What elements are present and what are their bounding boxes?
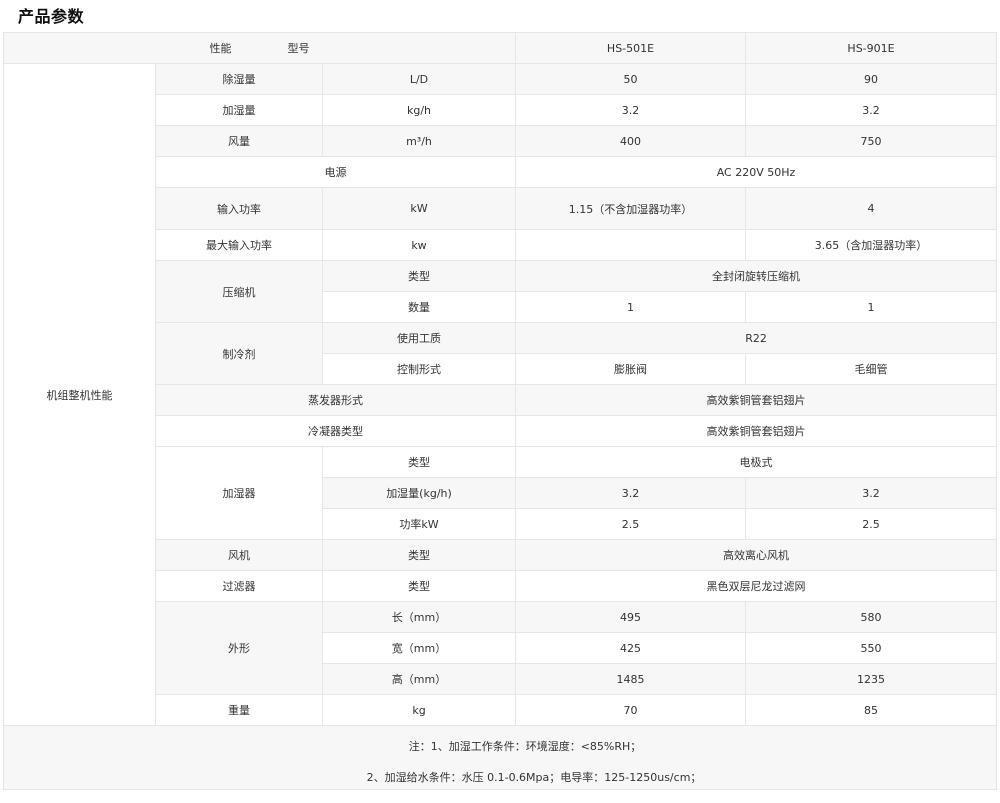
- row-label: 重量: [155, 694, 323, 726]
- row-sub-label: 长（mm）: [321, 601, 517, 633]
- row-label: 加湿器: [155, 446, 323, 540]
- row-label: 最大输入功率: [155, 229, 323, 261]
- value-cell: 4: [745, 187, 998, 230]
- value-cell: 90: [745, 63, 998, 95]
- note-line-1: 注：1、加湿工作条件：环境湿度：<85%RH；: [408, 740, 642, 753]
- value-cell: 495: [515, 601, 747, 633]
- value-cell: 电极式: [515, 446, 998, 478]
- row-sub-label: 加湿量(kg/h): [321, 477, 517, 509]
- value-cell: 毛细管: [745, 353, 998, 385]
- row-sub-label: 数量: [321, 291, 517, 323]
- table-header-row: 性能 型号 HS-501E HS-901E: [2, 32, 998, 64]
- notes-row: 注：1、加湿工作条件：环境湿度：<85%RH； 2、加湿给水条件：水压 0.1-…: [2, 725, 998, 790]
- row-unit: m³/h: [321, 125, 517, 157]
- row-sub-label: 宽（mm）: [321, 632, 517, 664]
- row-label: 风量: [155, 125, 323, 157]
- value-cell: 高效紫铜管套铝翅片: [515, 384, 998, 416]
- row-sub-label: 类型: [321, 539, 517, 571]
- row-label: 除湿量: [155, 63, 323, 95]
- value-cell: 2.5: [515, 508, 747, 540]
- row-sub-label: 类型: [321, 446, 517, 478]
- value-cell: 70: [515, 694, 747, 726]
- note-line-2: 2、加湿给水条件：水压 0.1-0.6Mpa；电导率：125-1250us/cm…: [366, 771, 702, 784]
- table-row: 机组整机性能 除湿量 L/D 50 90: [3, 63, 998, 726]
- row-label: 蒸发器形式: [154, 384, 517, 416]
- value-cell: 1.15（不含加湿器功率）: [515, 187, 747, 230]
- row-label: 冷凝器类型: [154, 415, 517, 447]
- value-cell: AC 220V 50Hz: [515, 156, 998, 188]
- value-cell: 膨胀阀: [515, 353, 747, 385]
- row-sub-label: 类型: [321, 260, 517, 292]
- header-label-cell: 性能 型号: [2, 32, 517, 64]
- row-sub-label: 类型: [321, 570, 517, 602]
- row-label: 风机: [155, 539, 323, 571]
- spec-table: 性能 型号 HS-501E HS-901E 机组整机性能 除湿量 L/D 50 9…: [2, 32, 998, 790]
- value-cell: 黑色双层尼龙过滤网: [515, 570, 998, 602]
- value-cell: 高效离心风机: [515, 539, 998, 571]
- row-sub-label: 使用工质: [321, 322, 517, 354]
- row-sub-label: 高（mm）: [321, 663, 517, 695]
- model-label: 型号: [287, 42, 310, 55]
- value-cell: 85: [745, 694, 998, 726]
- row-label: 输入功率: [155, 187, 323, 230]
- value-cell: 3.65（含加湿器功率）: [745, 229, 998, 261]
- value-cell: 3.2: [515, 94, 747, 126]
- row-sub-label: 功率kW: [321, 508, 517, 540]
- value-cell: 50: [515, 63, 747, 95]
- value-cell: 2.5: [745, 508, 998, 540]
- value-cell: 1235: [745, 663, 998, 695]
- value-cell: 750: [745, 125, 998, 157]
- value-cell: [515, 229, 747, 261]
- value-cell: 1: [515, 291, 747, 323]
- value-cell: 1485: [515, 663, 747, 695]
- value-cell: 550: [745, 632, 998, 664]
- performance-label: 性能: [209, 42, 232, 55]
- value-cell: 全封闭旋转压缩机: [515, 260, 998, 292]
- row-unit: kg: [321, 694, 517, 726]
- model-1-header: HS-501E: [515, 32, 747, 64]
- model-2-header: HS-901E: [745, 32, 998, 64]
- row-label: 电源: [154, 156, 517, 188]
- page-title: 产品参数: [18, 7, 85, 26]
- row-label: 加湿量: [155, 94, 323, 126]
- value-cell: 580: [745, 601, 998, 633]
- row-unit: kW: [321, 187, 517, 230]
- value-cell: 3.2: [515, 477, 747, 509]
- row-unit: kw: [321, 229, 517, 261]
- value-cell: 3.2: [745, 94, 998, 126]
- notes-cell: 注：1、加湿工作条件：环境湿度：<85%RH； 2、加湿给水条件：水压 0.1-…: [2, 725, 998, 790]
- value-cell: 425: [515, 632, 747, 664]
- value-cell: 高效紫铜管套铝翅片: [515, 415, 998, 447]
- value-cell: 1: [745, 291, 998, 323]
- row-label: 过滤器: [155, 570, 323, 602]
- group-label: 机组整机性能: [3, 63, 156, 726]
- row-unit: L/D: [321, 63, 517, 95]
- row-label: 压缩机: [155, 260, 323, 323]
- row-unit: kg/h: [321, 94, 517, 126]
- value-cell: 400: [515, 125, 747, 157]
- row-label: 制冷剂: [155, 322, 323, 385]
- row-label: 外形: [155, 601, 323, 695]
- value-cell: R22: [515, 322, 998, 354]
- value-cell: 3.2: [745, 477, 998, 509]
- row-sub-label: 控制形式: [321, 353, 517, 385]
